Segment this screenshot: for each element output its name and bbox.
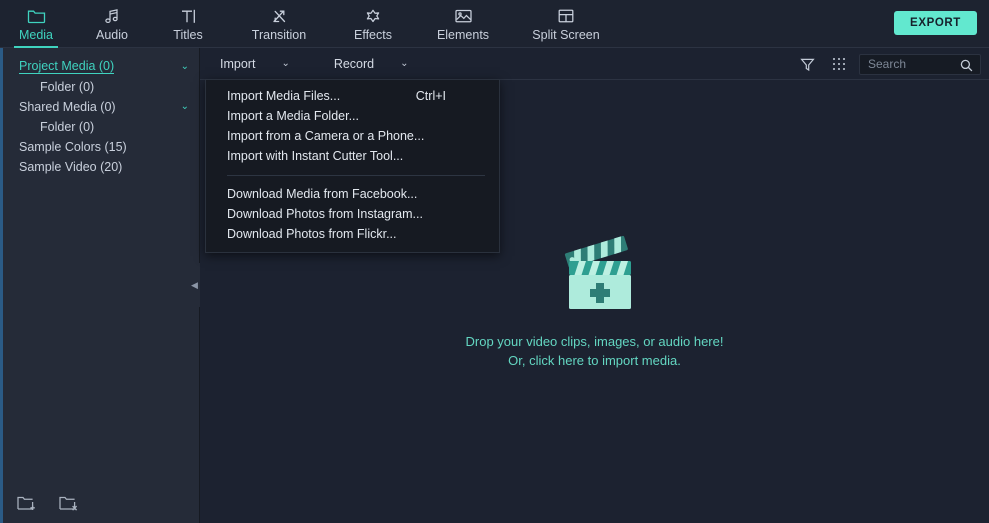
import-dropdown-menu: Import Media Files... Ctrl+I Import a Me… [205,79,500,253]
sidebar-item-label: Project Media (0) [19,59,115,74]
dropzone-line-1: Drop your video clips, images, or audio … [465,333,724,349]
tab-elements-label: Elements [436,28,490,42]
sidebar-item-label: Sample Video (20) [19,159,123,174]
tab-transition[interactable]: Transition [238,0,320,48]
sidebar-tree: Project Media (0) ⌄ Folder (0) Shared Me… [0,48,199,175]
grid-view-icon[interactable] [823,48,855,80]
sidebar-item-folder-2[interactable]: Folder (0) [0,118,199,135]
sidebar-item-shared-media[interactable]: Shared Media (0) ⌄ [0,98,199,115]
dropzone-text: Drop your video clips, images, or audio … [466,332,724,370]
menu-item-label: Import a Media Folder... [227,109,360,123]
record-button-label: Record [333,56,375,71]
transition-arrows-icon [270,6,289,26]
media-toolbar-right [791,48,981,80]
tab-elements[interactable]: Elements [426,0,500,48]
tab-effects[interactable]: Effects [342,0,404,48]
tab-audio[interactable]: Audio [84,0,140,48]
chevron-down-icon: ⌄ [281,57,290,69]
folder-plus-icon[interactable] [16,494,38,512]
folder-icon [27,6,46,26]
menu-item-import-media-folder[interactable]: Import a Media Folder... [206,106,499,126]
tab-transition-label: Transition [251,28,307,42]
filter-funnel-icon[interactable] [791,48,823,80]
menu-item-download-instagram[interactable]: Download Photos from Instagram... [206,204,499,224]
search-input[interactable] [860,57,956,71]
menu-item-import-instant-cutter[interactable]: Import with Instant Cutter Tool... [206,146,499,166]
chevron-down-icon: ⌄ [400,57,409,69]
split-screen-grid-icon [557,6,575,26]
chevron-down-icon[interactable]: ⌄ [181,101,189,112]
tab-media[interactable]: Media [8,0,64,48]
menu-item-import-media-files[interactable]: Import Media Files... Ctrl+I [206,86,499,106]
export-button[interactable]: EXPORT [894,11,977,35]
sidebar-item-sample-video[interactable]: Sample Video (20) [0,158,199,175]
sidebar-collapse-handle[interactable]: ◀ [189,263,200,307]
clapperboard-add-icon [555,235,641,320]
menu-item-label: Download Photos from Instagram... [227,207,423,221]
tab-split-screen-label: Split Screen [532,28,600,42]
video-editor-window: Media Audio Titles Transition Effects El… [0,0,989,523]
sidebar-item-project-media[interactable]: Project Media (0) ⌄ [0,58,199,75]
sidebar-item-label: Folder (0) [40,119,95,134]
menu-item-label: Download Photos from Flickr... [227,227,397,241]
menu-separator [227,175,485,176]
media-library-sidebar: Project Media (0) ⌄ Folder (0) Shared Me… [0,48,200,523]
search-box[interactable] [859,53,981,77]
import-button[interactable]: Import ⌄ [220,48,290,80]
main-toolbar: Media Audio Titles Transition Effects El… [0,0,989,48]
menu-item-label: Download Media from Facebook... [227,187,418,201]
search-icon[interactable] [960,59,973,77]
sidebar-item-label: Sample Colors (15) [19,139,127,154]
music-note-icon [103,6,121,26]
folder-delete-icon[interactable] [58,494,80,512]
sidebar-footer [0,483,200,523]
record-button[interactable]: Record ⌄ [334,48,409,80]
menu-item-shortcut: Ctrl+I [415,89,446,103]
sidebar-item-label: Folder (0) [40,79,95,94]
menu-item-label: Import from a Camera or a Phone... [227,129,425,143]
import-button-label: Import [220,56,256,71]
menu-item-label: Import Media Files... [227,89,341,103]
sparkle-star-icon [364,6,382,26]
tab-split-screen[interactable]: Split Screen [522,0,610,48]
menu-item-download-flickr[interactable]: Download Photos from Flickr... [206,224,499,244]
chevron-down-icon[interactable]: ⌄ [181,61,189,72]
menu-item-import-from-camera[interactable]: Import from a Camera or a Phone... [206,126,499,146]
tab-audio-label: Audio [96,28,128,42]
menu-item-label: Import with Instant Cutter Tool... [227,149,404,163]
chevron-left-icon: ◀ [191,279,198,290]
text-cursor-icon [179,6,197,26]
tab-effects-label: Effects [354,28,392,42]
sidebar-item-folder-1[interactable]: Folder (0) [0,78,199,95]
tab-titles[interactable]: Titles [160,0,216,48]
tab-titles-label: Titles [173,28,203,42]
image-icon [454,6,473,26]
sidebar-item-label: Shared Media (0) [19,99,116,114]
menu-item-download-facebook[interactable]: Download Media from Facebook... [206,184,499,204]
sidebar-item-sample-colors[interactable]: Sample Colors (15) [0,138,199,155]
media-toolbar: Import ⌄ Record ⌄ [200,48,989,80]
tab-media-label: Media [18,28,54,42]
dropzone-line-2: Or, click here to import media. [508,352,681,368]
